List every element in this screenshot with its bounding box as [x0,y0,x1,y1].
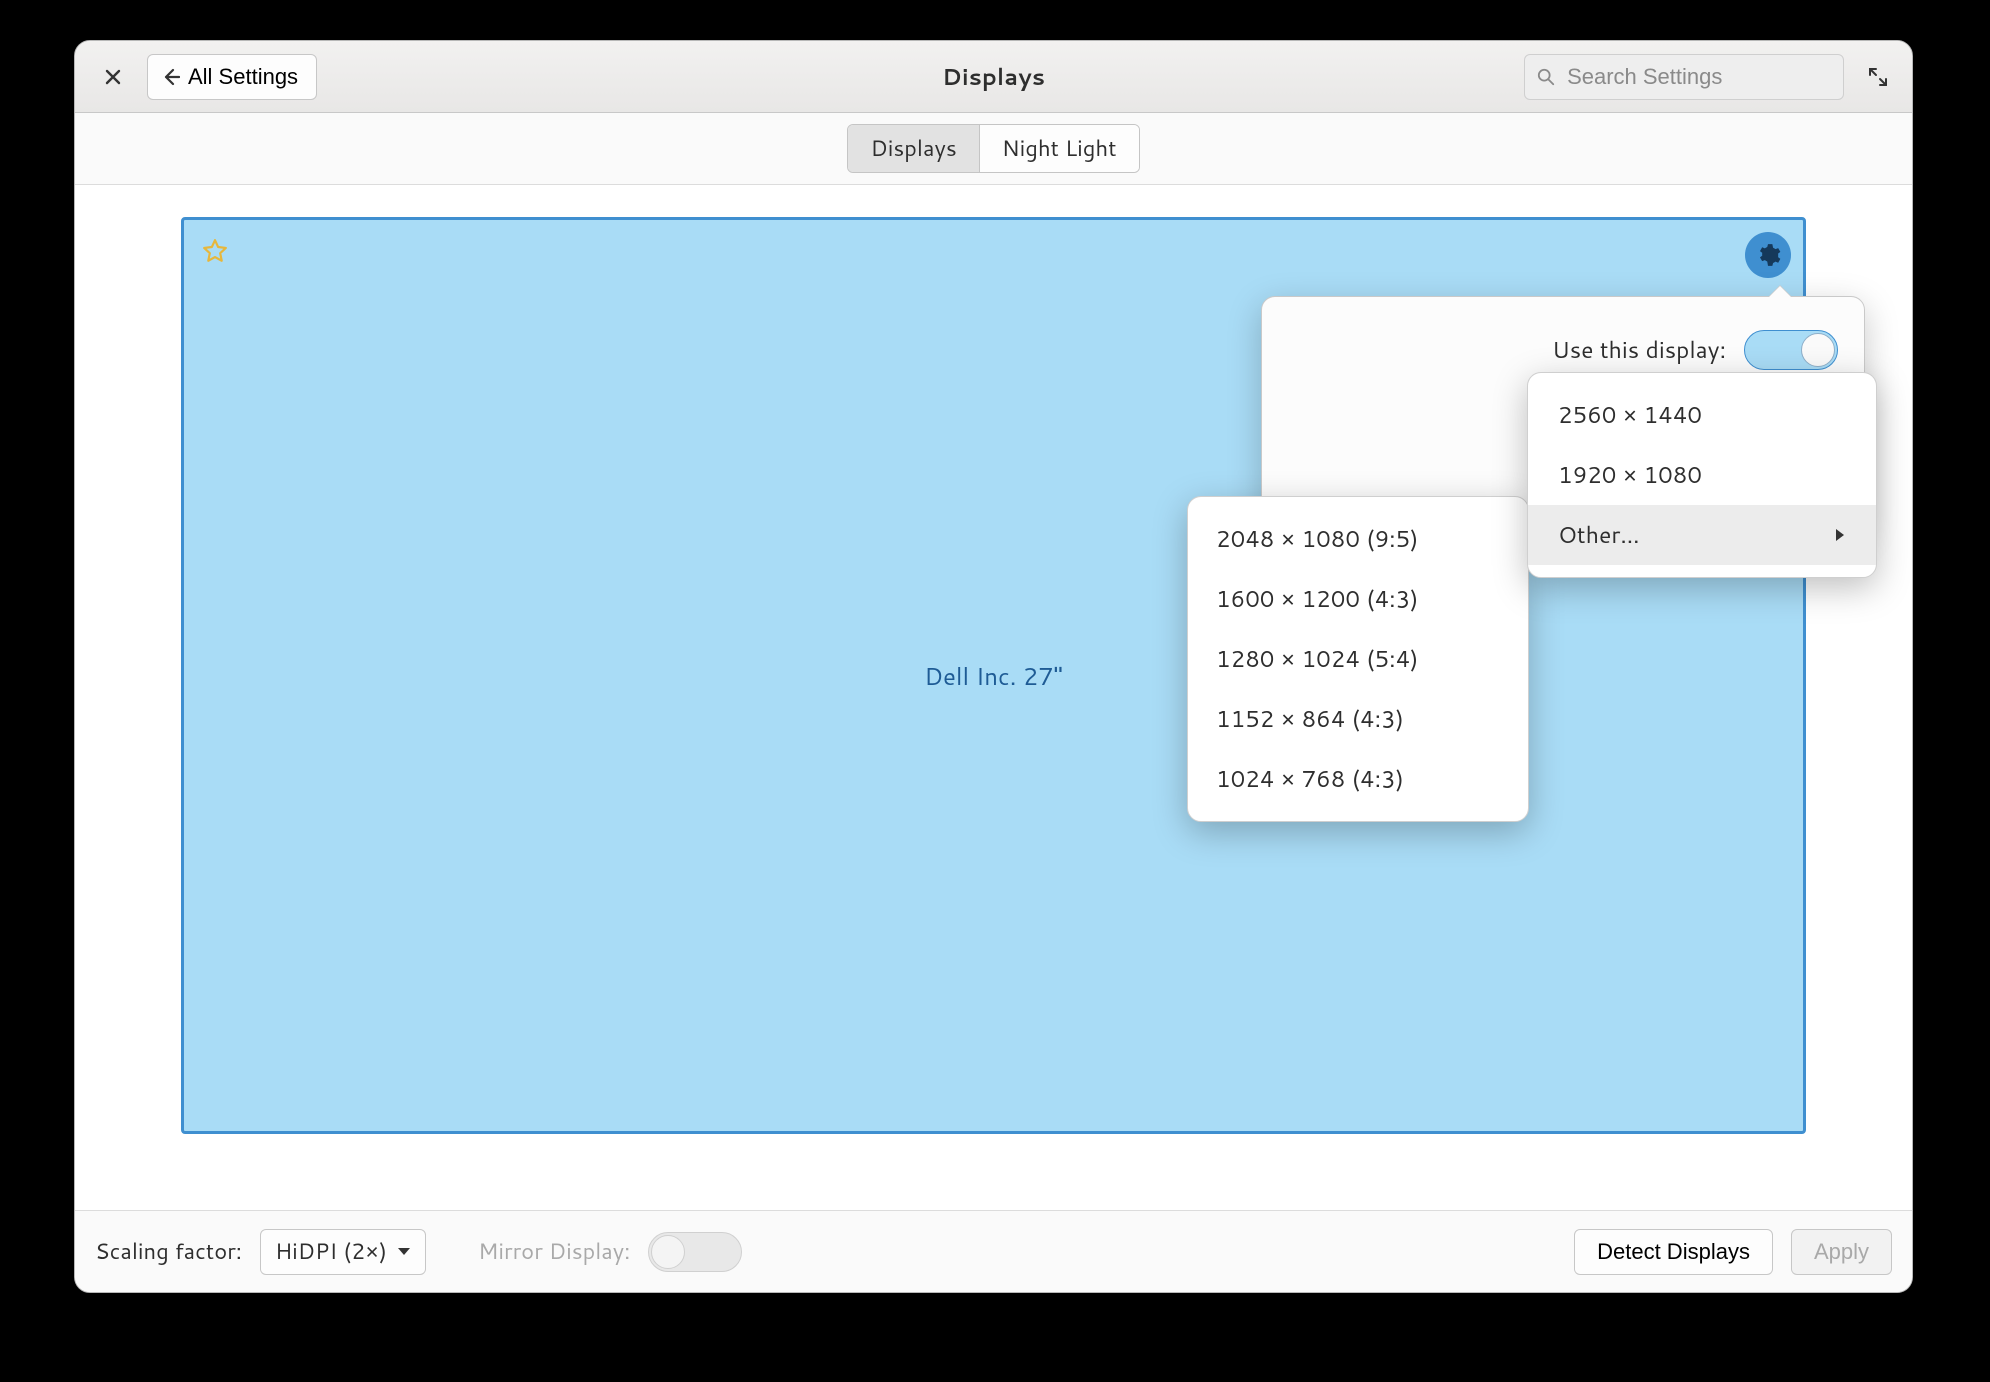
all-settings-button[interactable]: All Settings [147,54,317,100]
resolution-option[interactable]: 1152 × 864 (4:3) [1188,689,1528,749]
resolution-menu: 2560 × 1440 1920 × 1080 Other… [1527,372,1877,578]
resolution-option[interactable]: 1600 × 1200 (4:3) [1188,569,1528,629]
resolution-option[interactable]: 2048 × 1080 (9:5) [1188,509,1528,569]
monitor-name: Dell Inc. 27" [184,659,1803,693]
apply-button: Apply [1791,1229,1892,1275]
resolution-other[interactable]: Other… [1528,505,1876,565]
search-settings-field[interactable] [1524,54,1844,100]
search-input[interactable] [1565,63,1831,91]
back-arrow-icon [162,68,180,86]
resolution-option[interactable]: 1920 × 1080 [1528,445,1876,505]
close-icon [105,69,121,85]
search-icon [1537,67,1555,87]
mirror-display-toggle [648,1232,742,1272]
resolution-other-submenu: 2048 × 1080 (9:5) 1600 × 1200 (4:3) 1280… [1187,496,1529,822]
tab-night-light[interactable]: Night Light [979,125,1139,172]
gear-icon [1755,242,1781,268]
chevron-down-icon [397,1247,411,1257]
primary-display-star-icon [202,238,228,264]
mirror-display-label: Mirror Display: [478,1236,630,1267]
monitor-tile[interactable]: Dell Inc. 27" Use this display: Resoluti… [181,217,1806,1134]
titlebar: All Settings Displays [75,41,1912,113]
tab-displays[interactable]: Displays [848,125,978,172]
maximize-icon [1868,67,1888,87]
displays-canvas: Dell Inc. 27" Use this display: Resoluti… [75,185,1912,1210]
scaling-factor-value: HiDPI (2×) [275,1236,387,1267]
submenu-arrow-icon [1834,528,1846,542]
maximize-button[interactable] [1860,59,1896,95]
scaling-factor-label: Scaling factor: [95,1236,242,1267]
scaling-factor-combo[interactable]: HiDPI (2×) [260,1229,426,1275]
resolution-option[interactable]: 1280 × 1024 (5:4) [1188,629,1528,689]
all-settings-label: All Settings [188,64,298,90]
use-display-label: Use this display: [1288,334,1744,366]
resolution-option[interactable]: 1024 × 768 (4:3) [1188,749,1528,809]
display-tabs: Displays Night Light [75,113,1912,185]
resolution-other-label: Other… [1558,519,1640,551]
use-display-toggle[interactable] [1744,330,1838,370]
detect-displays-button[interactable]: Detect Displays [1574,1229,1773,1275]
displays-settings-window: All Settings Displays Displays Night Lig… [74,40,1913,1293]
resolution-option[interactable]: 2560 × 1440 [1528,385,1876,445]
display-settings-button[interactable] [1745,232,1791,278]
bottom-bar: Scaling factor: HiDPI (2×) Mirror Displa… [75,1210,1912,1292]
segmented-control: Displays Night Light [847,124,1139,173]
close-button[interactable] [91,55,135,99]
